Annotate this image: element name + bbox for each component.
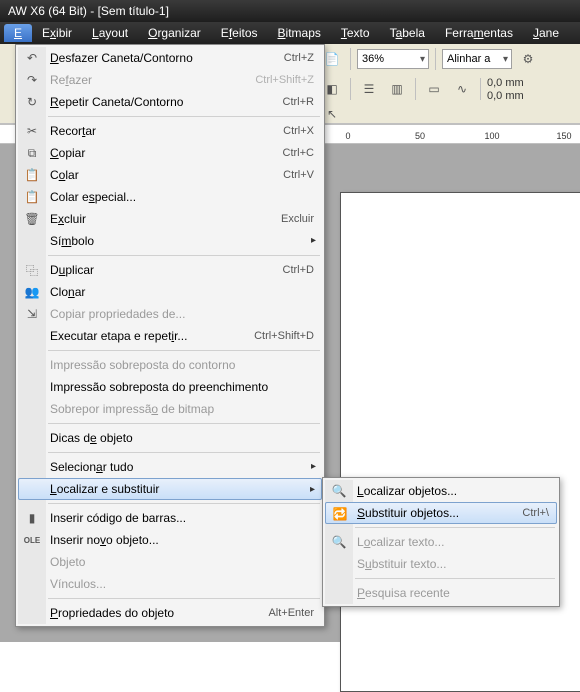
replace-objects-icon: 🔁 <box>331 505 349 523</box>
copy-props-icon: ⇲ <box>23 305 41 323</box>
find-objects-icon: 🔍 <box>330 482 348 500</box>
submenu-recent: Pesquisa recente <box>325 582 557 604</box>
menu-barcode[interactable]: ▮ Inserir código de barras... <box>18 507 322 529</box>
menu-symbol[interactable]: Símbolo▸ <box>18 230 322 252</box>
chevron-right-icon: ▸ <box>311 461 316 472</box>
clone-icon: 👥 <box>23 283 41 301</box>
chevron-right-icon: ▸ <box>310 484 315 495</box>
menu-object-hints[interactable]: Dicas de objeto <box>18 427 322 449</box>
duplicate-icon: ⿻ <box>23 261 41 279</box>
menu-editar[interactable]: E <box>4 24 32 42</box>
menu-exibir[interactable]: Exibir <box>32 24 82 42</box>
menu-links: Vínculos... <box>18 573 322 595</box>
menu-overprint-bitmap: Sobrepor impressão de bitmap <box>18 398 322 420</box>
menu-janela[interactable]: Jane <box>523 24 569 42</box>
menu-efeitos[interactable]: Efeitos <box>211 24 268 42</box>
cut-icon: ✂ <box>23 122 41 140</box>
delete-icon: 🗑 <box>23 210 41 228</box>
menu-organizar[interactable]: Organizar <box>138 24 211 42</box>
menu-overprint-outline: Impressão sobreposta do contorno <box>18 354 322 376</box>
menu-cut[interactable]: ✂ RecortarCtrl+X <box>18 120 322 142</box>
dim-x[interactable]: 0,0 mm <box>487 77 524 89</box>
paste-special-icon: 📋 <box>23 188 41 206</box>
menu-new-object[interactable]: OLE Inserir novo objeto... <box>18 529 322 551</box>
dim-y[interactable]: 0,0 mm <box>487 90 524 102</box>
menu-redo: ↷ RefazerCtrl+Shift+Z <box>18 69 322 91</box>
menu-object: Objeto <box>18 551 322 573</box>
menu-paste-special[interactable]: 📋 Colar especial... <box>18 186 322 208</box>
menu-clone[interactable]: 👥 Clonar <box>18 281 322 303</box>
redo-icon: ↷ <box>23 71 41 89</box>
menu-paste[interactable]: 📋 ColarCtrl+V <box>18 164 322 186</box>
menu-find-replace[interactable]: Localizar e substituir▸ <box>18 478 322 500</box>
align-icon[interactable]: ☰ <box>357 77 381 101</box>
find-replace-submenu: 🔍 Localizar objetos... 🔁 Substituir obje… <box>322 477 560 607</box>
menu-overprint-fill[interactable]: Impressão sobreposta do preenchimento <box>18 376 322 398</box>
window-title: AW X6 (64 Bit) - [Sem título-1] <box>0 0 580 22</box>
menu-copy-props: ⇲ Copiar propriedades de... <box>18 303 322 325</box>
page-1[interactable] <box>340 192 580 692</box>
submenu-replace-text: Substituir texto... <box>325 553 557 575</box>
menu-layout[interactable]: Layout <box>82 24 138 42</box>
menu-bitmaps[interactable]: Bitmaps <box>268 24 331 42</box>
zoom-combo[interactable]: 36% <box>357 49 429 69</box>
distribute-icon[interactable]: ▥ <box>385 77 409 101</box>
curve-tool-icon[interactable]: ∿ <box>450 77 474 101</box>
menu-copy[interactable]: ⧉ CopiarCtrl+C <box>18 142 322 164</box>
barcode-icon: ▮ <box>23 509 41 527</box>
submenu-find-text: 🔍 Localizar texto... <box>325 531 557 553</box>
menu-duplicate[interactable]: ⿻ DuplicarCtrl+D <box>18 259 322 281</box>
menu-delete[interactable]: 🗑 ExcluirExcluir <box>18 208 322 230</box>
rect-tool-icon[interactable]: ▭ <box>422 77 446 101</box>
snap-combo[interactable]: Alinhar a <box>442 49 512 69</box>
undo-icon: ↶ <box>23 49 41 67</box>
menu-undo[interactable]: ↶ Desfazer Caneta/ContornoCtrl+Z <box>18 47 322 69</box>
menu-select-all[interactable]: Selecionar tudo▸ <box>18 456 322 478</box>
find-text-icon: 🔍 <box>330 533 348 551</box>
editar-menu: ↶ Desfazer Caneta/ContornoCtrl+Z ↷ Refaz… <box>15 44 325 627</box>
menu-properties[interactable]: Propriedades do objetoAlt+Enter <box>18 602 322 624</box>
menu-step-repeat[interactable]: Executar etapa e repetir...Ctrl+Shift+D <box>18 325 322 347</box>
submenu-find-objects[interactable]: 🔍 Localizar objetos... <box>325 480 557 502</box>
menu-bar: E Exibir Layout Organizar Efeitos Bitmap… <box>0 22 580 44</box>
repeat-icon: ↻ <box>23 93 41 111</box>
submenu-replace-objects[interactable]: 🔁 Substituir objetos...Ctrl+\ <box>325 502 557 524</box>
chevron-right-icon: ▸ <box>311 235 316 246</box>
paste-icon: 📋 <box>23 166 41 184</box>
copy-icon: ⧉ <box>23 144 41 162</box>
ole-icon: OLE <box>23 531 41 549</box>
menu-texto[interactable]: Texto <box>331 24 380 42</box>
menu-repeat[interactable]: ↻ Repetir Caneta/ContornoCtrl+R <box>18 91 322 113</box>
options-icon[interactable]: ⚙ <box>516 47 540 71</box>
menu-ferramentas[interactable]: Ferramentas <box>435 24 523 42</box>
menu-tabela[interactable]: Tabela <box>380 24 435 42</box>
